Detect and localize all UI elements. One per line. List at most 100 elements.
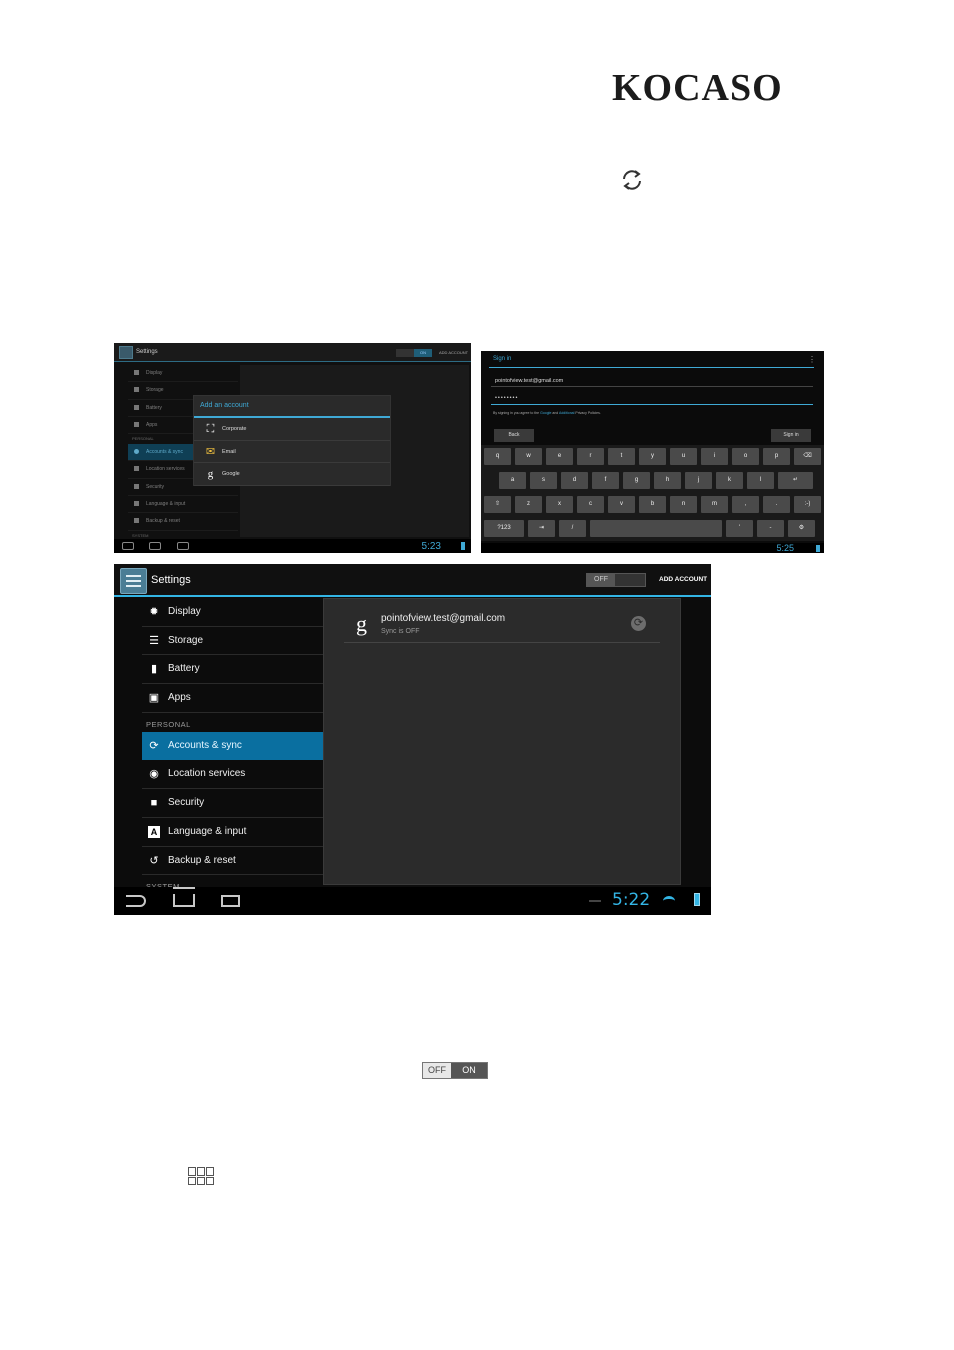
sync-switch-label: OFF bbox=[587, 574, 615, 586]
google-icon: g bbox=[356, 611, 367, 636]
storage-icon bbox=[134, 387, 139, 393]
key-3-5[interactable]: - bbox=[757, 520, 784, 537]
key-0-8[interactable]: o bbox=[732, 448, 759, 465]
menu-item-language[interactable]: A Language & input bbox=[142, 818, 323, 847]
menu-item-display[interactable]: ✹ Display bbox=[142, 598, 323, 627]
settings-icon bbox=[120, 568, 147, 594]
clock: 5:25 bbox=[776, 543, 794, 553]
back-icon[interactable] bbox=[122, 542, 134, 550]
settings-icon bbox=[119, 346, 133, 359]
key-3-1[interactable]: ⇥ bbox=[528, 520, 555, 537]
key-3-2[interactable]: / bbox=[559, 520, 586, 537]
back-button[interactable]: Back bbox=[494, 429, 534, 442]
key-2-9[interactable]: . bbox=[763, 496, 790, 513]
menu-item-battery[interactable]: ▮ Battery bbox=[142, 655, 323, 685]
recent-apps-icon[interactable] bbox=[177, 542, 189, 550]
menu-item-location[interactable]: ◉ Location services bbox=[142, 760, 323, 790]
home-icon[interactable] bbox=[149, 542, 161, 550]
key-1-2[interactable]: d bbox=[561, 472, 588, 489]
home-icon[interactable] bbox=[173, 887, 195, 907]
action-bar-title: Settings bbox=[136, 349, 158, 355]
key-2-6[interactable]: n bbox=[670, 496, 697, 513]
toggle-off-label: OFF bbox=[428, 1065, 446, 1075]
key-1-7[interactable]: k bbox=[716, 472, 743, 489]
system-nav-bar: 5:25 bbox=[481, 543, 824, 553]
key-2-3[interactable]: c bbox=[577, 496, 604, 513]
language-icon bbox=[134, 501, 139, 507]
menu-item-accounts-sync[interactable]: ⟳ Accounts & sync bbox=[142, 731, 323, 761]
notification-icon[interactable] bbox=[589, 900, 601, 902]
additional-terms-link[interactable]: Additional bbox=[559, 411, 574, 415]
key-1-4[interactable]: g bbox=[623, 472, 650, 489]
key-0-0[interactable]: q bbox=[484, 448, 511, 465]
menu-item-display[interactable]: Display bbox=[128, 365, 238, 383]
action-bar-title: Settings bbox=[151, 574, 191, 586]
sign-in-button[interactable]: Sign in bbox=[771, 429, 811, 442]
key-3-4[interactable]: ' bbox=[726, 520, 753, 537]
sync-status-icon: ⟳ bbox=[631, 616, 646, 631]
key-2-7[interactable]: m bbox=[701, 496, 728, 513]
corporate-icon: ⛶ bbox=[206, 423, 215, 435]
key-2-4[interactable]: v bbox=[608, 496, 635, 513]
detail-pane: g pointofview.test@gmail.com Sync is OFF… bbox=[323, 598, 681, 885]
password-field[interactable]: •••••••• bbox=[495, 395, 518, 401]
google-terms-link[interactable]: Google bbox=[540, 411, 551, 415]
recent-apps-icon[interactable] bbox=[221, 895, 240, 907]
divider bbox=[489, 367, 814, 368]
option-google[interactable]: g Google bbox=[194, 463, 390, 486]
key-1-9[interactable]: ↵ bbox=[778, 472, 813, 489]
key-1-1[interactable]: s bbox=[530, 472, 557, 489]
key-0-1[interactable]: w bbox=[515, 448, 542, 465]
menu-item-security[interactable]: ■ Security bbox=[142, 789, 323, 818]
menu-item-backup[interactable]: ↺ Backup & reset bbox=[142, 847, 323, 876]
key-2-10[interactable]: :-) bbox=[794, 496, 821, 513]
screenshot-add-account: Settings ON ADD ACCOUNT Display Storage … bbox=[114, 343, 471, 553]
option-corporate[interactable]: ⛶ Corporate bbox=[194, 418, 390, 441]
key-0-9[interactable]: p bbox=[763, 448, 790, 465]
key-1-3[interactable]: f bbox=[592, 472, 619, 489]
sync-switch[interactable]: OFF bbox=[586, 573, 646, 587]
key-0-6[interactable]: u bbox=[670, 448, 697, 465]
backup-icon bbox=[134, 518, 139, 524]
key-1-0[interactable]: a bbox=[499, 472, 526, 489]
key-0-4[interactable]: t bbox=[608, 448, 635, 465]
add-account-button[interactable]: ADD ACCOUNT bbox=[659, 576, 707, 583]
sign-in-title: Sign in bbox=[493, 356, 512, 362]
add-account-button[interactable]: ADD ACCOUNT bbox=[439, 350, 468, 355]
key-0-7[interactable]: i bbox=[701, 448, 728, 465]
status-icons bbox=[445, 542, 465, 550]
key-1-8[interactable]: l bbox=[747, 472, 774, 489]
back-icon[interactable] bbox=[126, 895, 146, 907]
key-3-3[interactable] bbox=[590, 520, 722, 537]
key-1-5[interactable]: h bbox=[654, 472, 681, 489]
key-2-5[interactable]: b bbox=[639, 496, 666, 513]
menu-item-apps[interactable]: ▣ Apps bbox=[142, 684, 323, 713]
sync-status: Sync is OFF bbox=[381, 628, 420, 635]
key-0-3[interactable]: r bbox=[577, 448, 604, 465]
key-2-2[interactable]: x bbox=[546, 496, 573, 513]
key-0-10[interactable]: ⌫ bbox=[794, 448, 821, 465]
key-0-5[interactable]: y bbox=[639, 448, 666, 465]
key-0-2[interactable]: e bbox=[546, 448, 573, 465]
screenshot-accounts-sync: Settings OFF ADD ACCOUNT ✹ Display ☰ Stora… bbox=[114, 564, 711, 915]
key-3-0[interactable]: ?123 bbox=[484, 520, 524, 537]
key-2-8[interactable]: , bbox=[732, 496, 759, 513]
menu-item-backup[interactable]: Backup & reset bbox=[128, 513, 238, 531]
overflow-menu-icon[interactable]: ⋮ bbox=[808, 355, 816, 364]
menu-item-storage[interactable]: ☰ Storage bbox=[142, 627, 323, 656]
key-3-6[interactable]: ⚙ bbox=[788, 520, 815, 537]
account-row[interactable]: g pointofview.test@gmail.com Sync is OFF… bbox=[344, 609, 660, 643]
clock: 5:23 bbox=[421, 541, 441, 552]
menu-item-language[interactable]: Language & input bbox=[128, 496, 238, 514]
apps-icon bbox=[134, 421, 139, 427]
email-field[interactable]: pointofview.test@gmail.com bbox=[495, 378, 563, 384]
key-2-0[interactable]: ⇧ bbox=[484, 496, 511, 513]
sync-switch[interactable]: ON bbox=[396, 349, 432, 357]
soft-keyboard: q w e r t y u i o p ⌫ a s d f g h j k l ↵ ⇧ z x c v b n m,.:-) ?123 ⇥ /… bbox=[481, 445, 824, 541]
key-2-1[interactable]: z bbox=[515, 496, 542, 513]
password-underline bbox=[491, 404, 813, 405]
option-email[interactable]: ✉ Email bbox=[194, 441, 390, 463]
action-bar: Settings OFF ADD ACCOUNT bbox=[114, 564, 711, 597]
key-1-6[interactable]: j bbox=[685, 472, 712, 489]
storage-icon: ☰ bbox=[149, 634, 159, 647]
